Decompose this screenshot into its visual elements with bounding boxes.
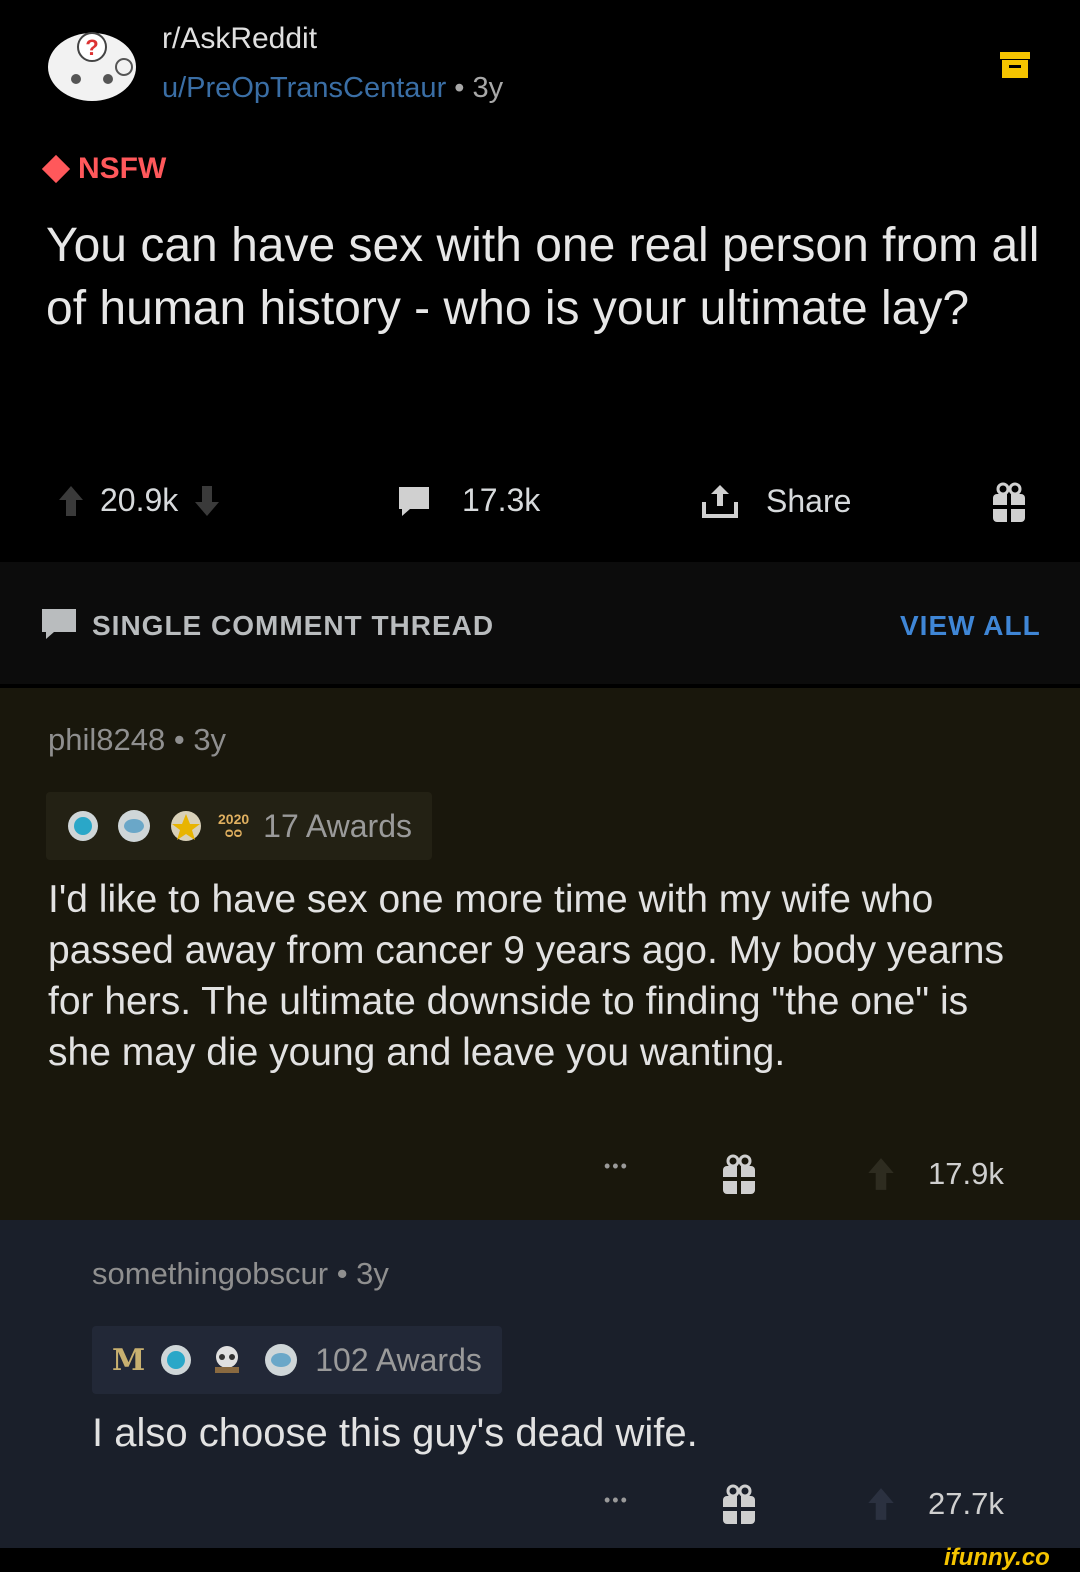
comment-1-more-button[interactable]: ••• — [604, 1156, 629, 1177]
nsfw-icon — [41, 154, 71, 184]
award-wholesome-icon — [265, 1344, 298, 1376]
share-icon — [702, 485, 738, 518]
view-all-link[interactable]: VIEW ALL — [900, 610, 1041, 642]
award-gem-icon — [68, 811, 98, 841]
award-gold-icon — [171, 811, 201, 841]
subreddit-name[interactable]: r/AskReddit — [162, 22, 317, 56]
vote-group: 20.9k — [58, 482, 220, 519]
subreddit-avatar-icon[interactable]: ? — [46, 27, 138, 103]
nsfw-label: NSFW — [78, 152, 167, 185]
comment-1-gift-icon[interactable] — [720, 1154, 758, 1201]
comment-2-more-button[interactable]: ••• — [604, 1490, 629, 1511]
gift-icon[interactable] — [990, 482, 1028, 529]
svg-text:?: ? — [85, 35, 98, 60]
award-gem-icon — [161, 1345, 192, 1375]
post-meta: u/PreOpTransCentaur • 3y — [162, 72, 503, 105]
archive-icon[interactable] — [998, 48, 1032, 82]
comment-1-awards[interactable]: 2020 ᴑᴑ 17 Awards — [46, 792, 432, 860]
comment-2-body: I also choose this guy's dead wife. — [92, 1411, 698, 1455]
age-separator: • — [446, 72, 473, 104]
thread-label: SINGLE COMMENT THREAD — [92, 610, 495, 641]
award-skull-icon — [215, 1346, 240, 1373]
comment-2-awards[interactable]: M 102 Awards — [92, 1326, 502, 1394]
comment-1-meta: phil8248 • 3y — [48, 722, 227, 757]
more-icon: ••• — [604, 1490, 629, 1510]
comment-1-author[interactable]: phil8248 — [48, 722, 165, 757]
comment-1-score: 17.9k — [928, 1156, 1004, 1191]
award-2020-year: 2020 — [218, 811, 250, 827]
comment-1-body: I'd like to have sex one more time with … — [48, 878, 1004, 1074]
upvote-count: 20.9k — [100, 482, 179, 518]
award-2020-icon: 2020 ᴑᴑ — [218, 811, 250, 840]
comment-1-vote: 17.9k — [866, 1156, 1004, 1192]
comment-1-upvote-icon[interactable] — [866, 1156, 896, 1192]
comment-2-upvote-icon[interactable] — [866, 1486, 896, 1522]
comment-2-gift-icon[interactable] — [720, 1484, 758, 1531]
post-title[interactable]: You can have sex with one real person fr… — [46, 214, 1046, 340]
comment-2-meta: somethingobscur • 3y — [92, 1256, 389, 1291]
comment-2-author[interactable]: somethingobscur — [92, 1256, 328, 1291]
bottom-strip — [0, 1548, 1080, 1571]
award-m-icon: M — [112, 1342, 146, 1378]
comment-count: 17.3k — [462, 482, 541, 518]
upvote-icon[interactable] — [58, 484, 84, 518]
comment-2-awards-count: 102 Awards — [315, 1341, 482, 1378]
post-author[interactable]: u/PreOpTransCentaur — [162, 72, 446, 104]
share-label: Share — [766, 482, 852, 519]
nsfw-tag: NSFW — [41, 152, 167, 186]
award-wholesome-icon — [118, 810, 150, 842]
downvote-icon[interactable] — [194, 484, 220, 518]
watermark-logo: ifunny.co — [944, 1544, 1050, 1571]
share-button[interactable]: Share — [700, 482, 851, 520]
comments-button[interactable]: 17.3k — [396, 482, 540, 519]
comment-2-score: 27.7k — [928, 1486, 1004, 1521]
comment-icon — [399, 486, 429, 516]
more-icon: ••• — [604, 1156, 629, 1176]
comment-2-age: 3y — [356, 1256, 389, 1291]
post-age: 3y — [472, 72, 504, 104]
comment-2-vote: 27.7k — [866, 1486, 1004, 1522]
thread-comment-icon — [40, 606, 78, 647]
comment-1-awards-count: 17 Awards — [263, 807, 412, 844]
comment-1-age: 3y — [193, 722, 227, 757]
